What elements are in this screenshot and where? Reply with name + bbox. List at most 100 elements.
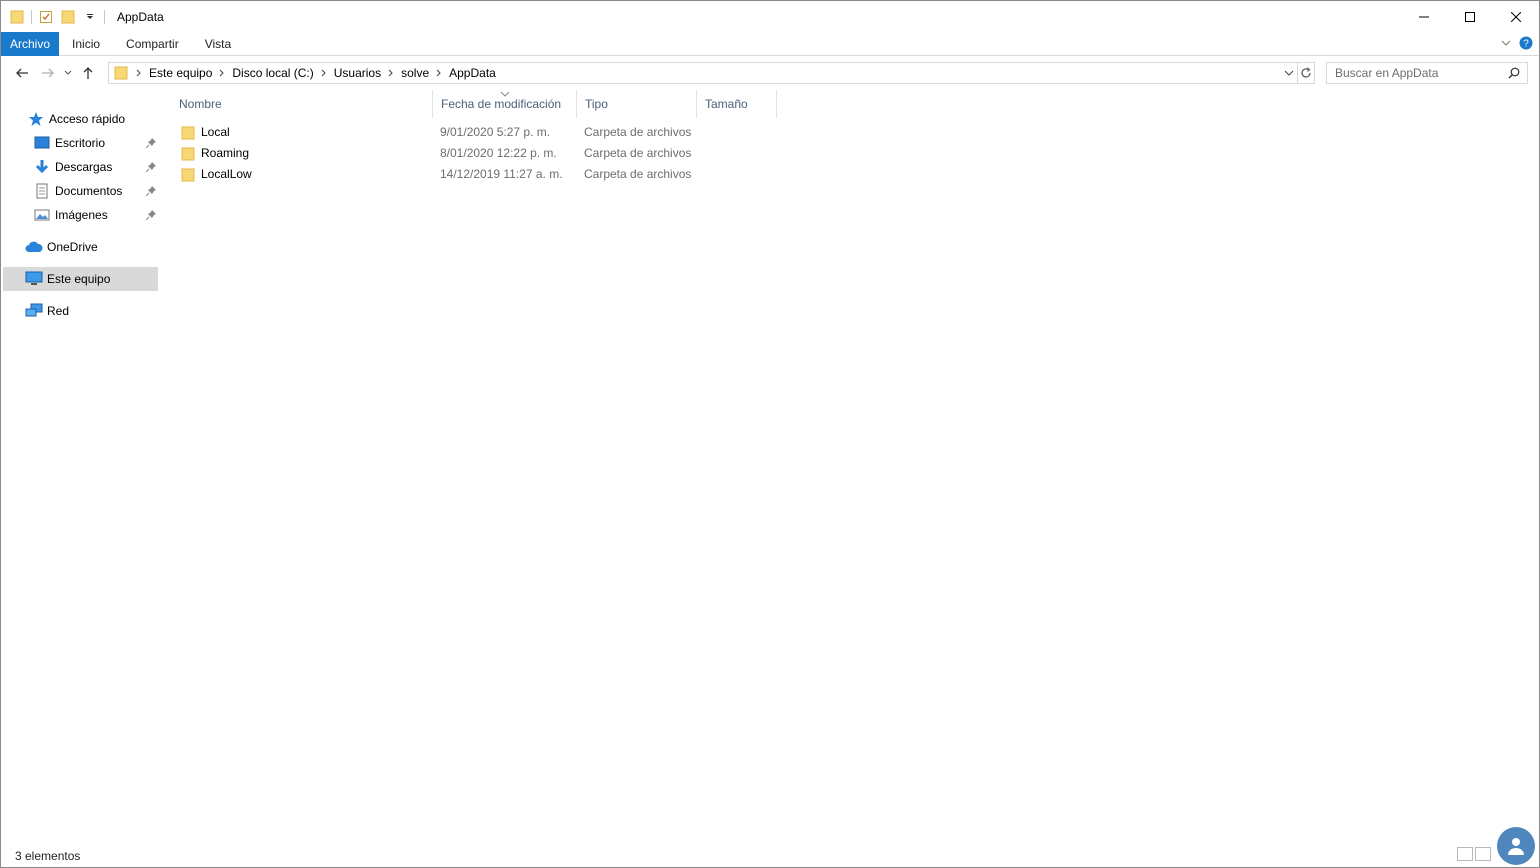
nav-item-onedrive[interactable]: OneDrive [25,235,157,259]
nav-item-label: Acceso rápido [49,112,126,126]
chevron-right-icon[interactable] [434,69,444,77]
column-header-tamano[interactable]: Tamaño [697,90,777,118]
minimize-button[interactable] [1401,1,1447,32]
pin-icon[interactable] [145,185,157,197]
breadcrumb-usuarios[interactable]: Usuarios [334,66,381,80]
customize-toolbar-icon[interactable] [82,9,98,25]
details-view-button[interactable] [1457,847,1473,861]
download-icon [33,158,51,176]
window-title: AppData [117,9,164,24]
status-item-count: 3 elementos [15,849,81,863]
back-arrow-icon [16,68,28,78]
large-icons-view-button[interactable] [1475,847,1491,861]
chevron-down-icon [1284,70,1294,76]
recent-locations-button[interactable] [61,61,75,85]
column-header-tipo[interactable]: Tipo [577,90,697,118]
folder-icon [114,66,128,80]
folder-icon [181,167,197,183]
new-folder-icon[interactable] [60,9,76,25]
navigation-bar: Este equipo Disco local (C:) Usuarios so… [1,56,1539,90]
nav-item-documentos[interactable]: Documentos [33,179,157,203]
forward-button[interactable] [35,61,61,85]
expand-ribbon-icon[interactable] [1501,37,1511,51]
file-name: LocalLow [201,167,252,181]
file-name-cell: Local [181,122,230,143]
file-row[interactable]: Local 9/01/2020 5:27 p. m. Carpeta de ar… [171,122,781,143]
nav-item-label: Red [47,304,70,318]
explorer-window: AppData Archivo Inicio Compartir Vista ? [0,0,1540,868]
up-arrow-icon [83,67,93,79]
column-header-nombre[interactable]: Nombre [171,90,433,118]
nav-item-descargas[interactable]: Descargas [33,155,157,179]
view-toggle [1457,847,1491,861]
back-button[interactable] [9,61,35,85]
sort-indicator-icon [500,91,510,97]
nav-item-label: Imágenes [55,208,108,222]
pin-icon[interactable] [145,209,157,221]
nav-item-este-equipo[interactable]: Este equipo [3,267,158,291]
close-button[interactable] [1493,1,1539,32]
breadcrumb-disco-local[interactable]: Disco local (C:) [232,66,313,80]
minimize-icon [1419,16,1429,17]
toolbar-separator [31,9,32,24]
chevron-right-icon[interactable] [386,69,396,77]
file-name-cell: Roaming [181,143,249,164]
search-box[interactable] [1326,62,1528,84]
chevron-right-icon[interactable] [134,69,144,77]
breadcrumb-appdata[interactable]: AppData [449,66,496,80]
desktop-icon [33,134,51,152]
tab-inicio[interactable]: Inicio [59,32,113,56]
person-icon [1508,838,1524,855]
address-history-dropdown[interactable] [1284,68,1294,78]
forward-arrow-icon [42,68,54,78]
file-type: Carpeta de archivos [584,125,692,139]
documents-icon [33,182,51,200]
navigation-pane: Acceso rápido Escritorio Descargas Docum… [1,101,159,801]
nav-item-imagenes[interactable]: Imágenes [33,203,157,227]
maximize-button[interactable] [1447,1,1493,32]
close-icon [1511,11,1521,22]
tab-archivo[interactable]: Archivo [1,32,60,56]
help-icon[interactable]: ? [1519,36,1533,53]
file-date: 8/01/2020 12:22 p. m. [440,146,557,160]
nav-item-label: Este equipo [47,272,111,286]
file-type: Carpeta de archivos [584,167,692,181]
nav-item-label: OneDrive [47,240,98,254]
nav-item-red[interactable]: Red [25,299,157,323]
star-icon [27,110,45,128]
breadcrumb-este-equipo[interactable]: Este equipo [149,66,212,80]
folder-icon [181,125,197,141]
file-name: Roaming [201,146,250,160]
nav-item-label: Escritorio [55,136,106,150]
file-row[interactable]: Roaming 8/01/2020 12:22 p. m. Carpeta de… [171,143,781,164]
cloud-icon [25,238,43,256]
up-button[interactable] [75,61,101,85]
pin-icon[interactable] [145,161,157,173]
file-list: Nombre Fecha de modificación Tipo Tamaño… [171,90,1531,840]
refresh-button[interactable] [1297,62,1315,84]
search-input[interactable] [1327,66,1497,80]
svg-text:?: ? [1523,38,1529,49]
folder-icon [181,146,197,162]
search-icon[interactable] [1508,67,1520,79]
ribbon-controls: ? [1501,32,1533,56]
address-bar[interactable]: Este equipo Disco local (C:) Usuarios so… [108,62,1298,84]
window-controls [1401,1,1539,32]
breadcrumb-solve[interactable]: solve [401,66,429,80]
chevron-right-icon[interactable] [217,69,227,77]
chevron-right-icon[interactable] [319,69,329,77]
tab-vista[interactable]: Vista [192,32,244,56]
pictures-icon [33,206,51,224]
toolbar-separator [104,9,105,24]
ribbon-tabs: Archivo Inicio Compartir Vista ? [1,32,1539,56]
nav-item-label: Descargas [55,160,113,174]
nav-item-acceso-rapido[interactable]: Acceso rápido [27,107,157,131]
tab-compartir[interactable]: Compartir [113,32,192,56]
chevron-down-icon [64,70,72,75]
file-name: Local [201,125,230,139]
file-row[interactable]: LocalLow 14/12/2019 11:27 a. m. Carpeta … [171,164,781,185]
pin-icon[interactable] [145,137,157,149]
properties-icon[interactable] [38,9,54,25]
nav-item-escritorio[interactable]: Escritorio [33,131,157,155]
computer-icon [25,270,43,288]
